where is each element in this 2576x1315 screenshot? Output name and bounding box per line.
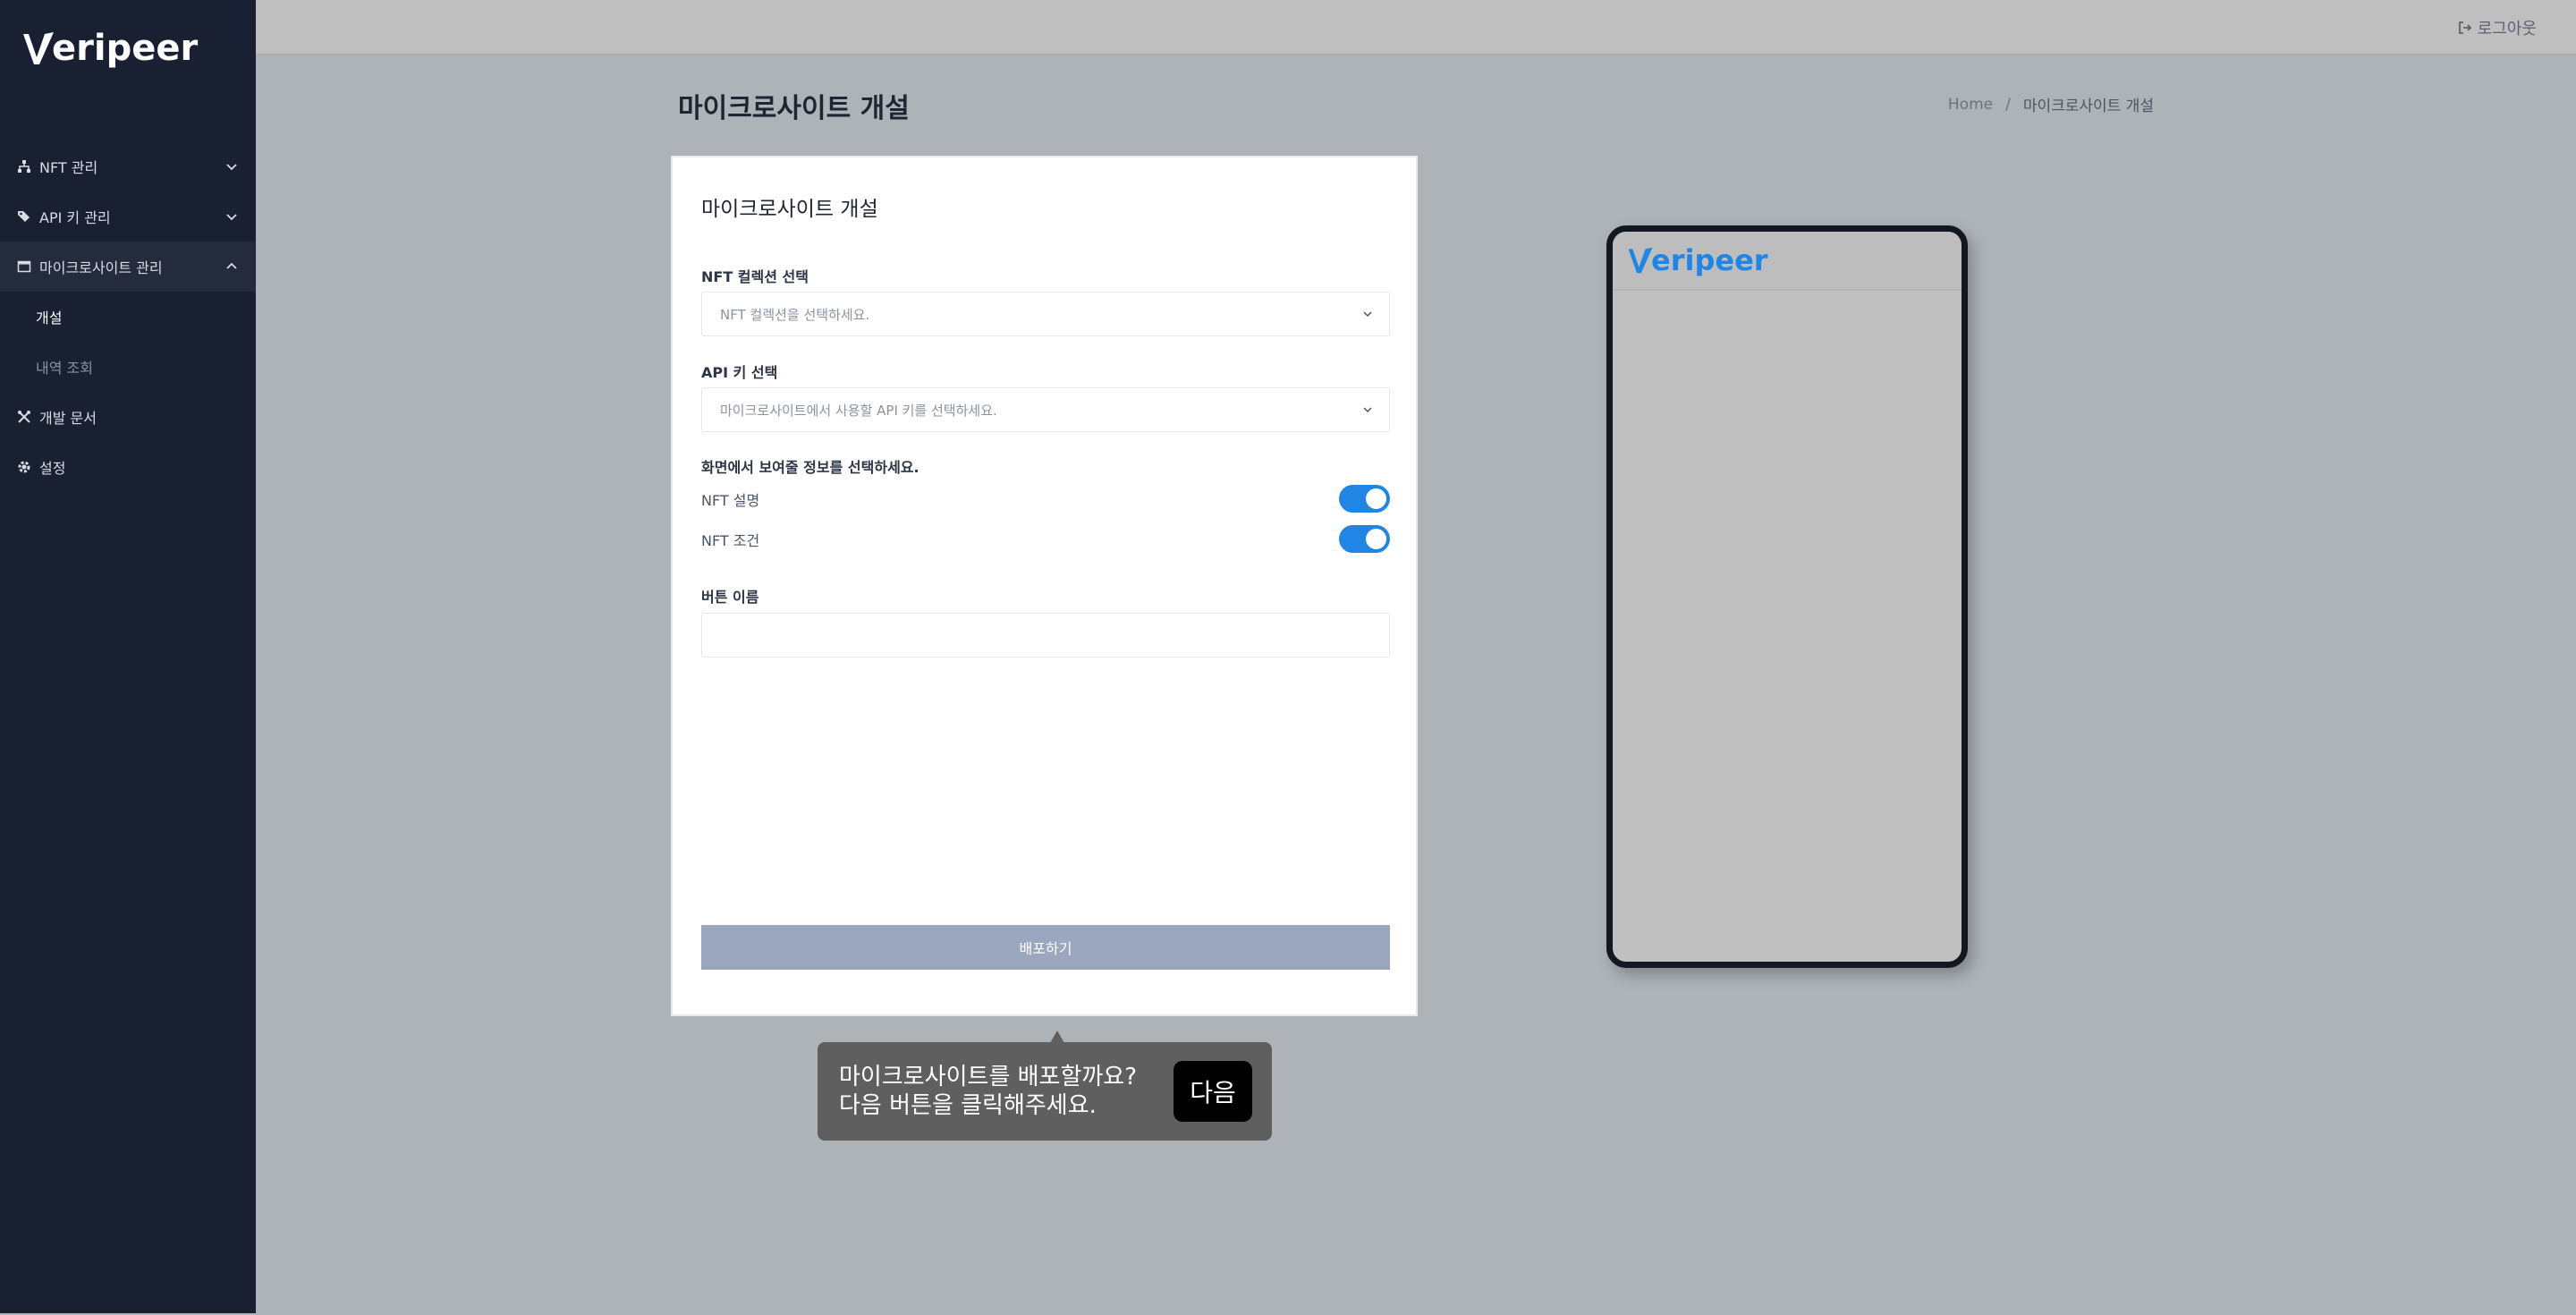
toggle-row-nft-condition: NFT 조건 [701, 525, 1390, 553]
logo-v-mark-icon [1628, 247, 1653, 274]
phone-preview-header: eripeer [1613, 232, 1962, 291]
phone-preview: eripeer [1606, 225, 1968, 968]
tooltip-line-2: 다음 버튼을 클릭해주세요. [839, 1092, 1097, 1119]
sidebar: eripeer NFT 관리 API 키 관리 마이크로사이트 관리 개설 내역… [0, 0, 256, 1313]
sidebar-item-label: 설정 [39, 460, 66, 477]
tooltip-arrow [1050, 1031, 1064, 1043]
sidebar-item-label: 마이크로사이트 관리 [39, 259, 163, 276]
logo-text: eripeer [52, 28, 199, 69]
gear-icon [16, 459, 32, 475]
sidebar-subitem-create[interactable]: 개설 [0, 292, 256, 342]
sidebar-item-label: API 키 관리 [39, 209, 111, 226]
chevron-up-icon [226, 262, 237, 269]
tools-icon [16, 409, 32, 425]
nft-collection-label: NFT 컬렉션 선택 [701, 268, 809, 285]
sidebar-nav: NFT 관리 API 키 관리 마이크로사이트 관리 개설 내역 조회 개발 문… [0, 141, 256, 492]
logo-v-mark-icon [23, 32, 54, 64]
deploy-button[interactable]: 배포하기 [701, 925, 1390, 970]
nft-collection-placeholder: NFT 컬렉션을 선택하세요. [720, 306, 870, 323]
api-key-select[interactable]: 마이크로사이트에서 사용할 API 키를 선택하세요. [701, 387, 1390, 432]
chevron-down-icon [226, 214, 237, 221]
chevron-down-icon [1363, 311, 1372, 318]
tooltip-text: 마이크로사이트를 배포할까요? 다음 버튼을 클릭해주세요. [839, 1063, 1174, 1120]
nft-description-toggle[interactable] [1339, 485, 1390, 513]
logout-icon [2458, 21, 2472, 34]
toggle-knob [1366, 488, 1386, 509]
api-key-placeholder: 마이크로사이트에서 사용할 API 키를 선택하세요. [720, 402, 997, 419]
logout-button[interactable]: 로그아웃 [2458, 16, 2537, 39]
card-title: 마이크로사이트 개설 [701, 198, 878, 221]
logout-label: 로그아웃 [2477, 20, 2537, 38]
tooltip-line-1: 마이크로사이트를 배포할까요? [839, 1064, 1138, 1090]
chevron-down-icon [226, 164, 237, 171]
button-name-label: 버튼 이름 [701, 589, 759, 606]
page-title: 마이크로사이트 개설 [678, 93, 910, 124]
toggle-knob [1366, 529, 1386, 549]
tags-icon [16, 208, 32, 225]
sidebar-item-settings[interactable]: 설정 [0, 442, 256, 492]
sidebar-subitem-history[interactable]: 내역 조회 [0, 342, 256, 392]
breadcrumb-home[interactable]: Home [1948, 96, 1993, 114]
breadcrumb-separator: / [2005, 95, 2011, 114]
toggle-label: NFT 설명 [701, 491, 760, 509]
sidebar-item-dev-docs[interactable]: 개발 문서 [0, 392, 256, 442]
api-key-label: API 키 선택 [701, 364, 778, 381]
sidebar-item-label: NFT 관리 [39, 159, 98, 176]
breadcrumb-current: 마이크로사이트 개설 [2022, 98, 2154, 115]
nft-collection-select[interactable]: NFT 컬렉션을 선택하세요. [701, 292, 1390, 336]
sidebar-item-nft[interactable]: NFT 관리 [0, 141, 256, 191]
tooltip-next-button[interactable]: 다음 [1174, 1061, 1252, 1122]
sidebar-item-microsite[interactable]: 마이크로사이트 관리 [0, 242, 256, 292]
top-header: 로그아웃 [256, 0, 2576, 55]
phone-logo-text: eripeer [1651, 243, 1768, 277]
breadcrumb: Home / 마이크로사이트 개설 [1948, 93, 2154, 116]
toggle-label: NFT 조건 [701, 531, 760, 549]
guide-tooltip: 마이크로사이트를 배포할까요? 다음 버튼을 클릭해주세요. 다음 [818, 1042, 1272, 1141]
chevron-down-icon [1363, 407, 1372, 413]
form-card: 마이크로사이트 개설 NFT 컬렉션 선택 NFT 컬렉션을 선택하세요. AP… [683, 165, 1405, 1009]
toggle-row-nft-description: NFT 설명 [701, 485, 1390, 513]
display-info-label: 화면에서 보여줄 정보를 선택하세요. [701, 459, 919, 476]
button-name-input[interactable] [701, 613, 1390, 658]
nft-condition-toggle[interactable] [1339, 525, 1390, 553]
sidebar-item-api-keys[interactable]: API 키 관리 [0, 191, 256, 242]
veripeer-logo[interactable]: eripeer [21, 27, 198, 70]
sidebar-item-label: 개발 문서 [39, 410, 97, 427]
window-icon [16, 259, 32, 275]
sitemap-icon [16, 158, 32, 174]
form-card-frame: 마이크로사이트 개설 NFT 컬렉션 선택 NFT 컬렉션을 선택하세요. AP… [671, 156, 1418, 1016]
